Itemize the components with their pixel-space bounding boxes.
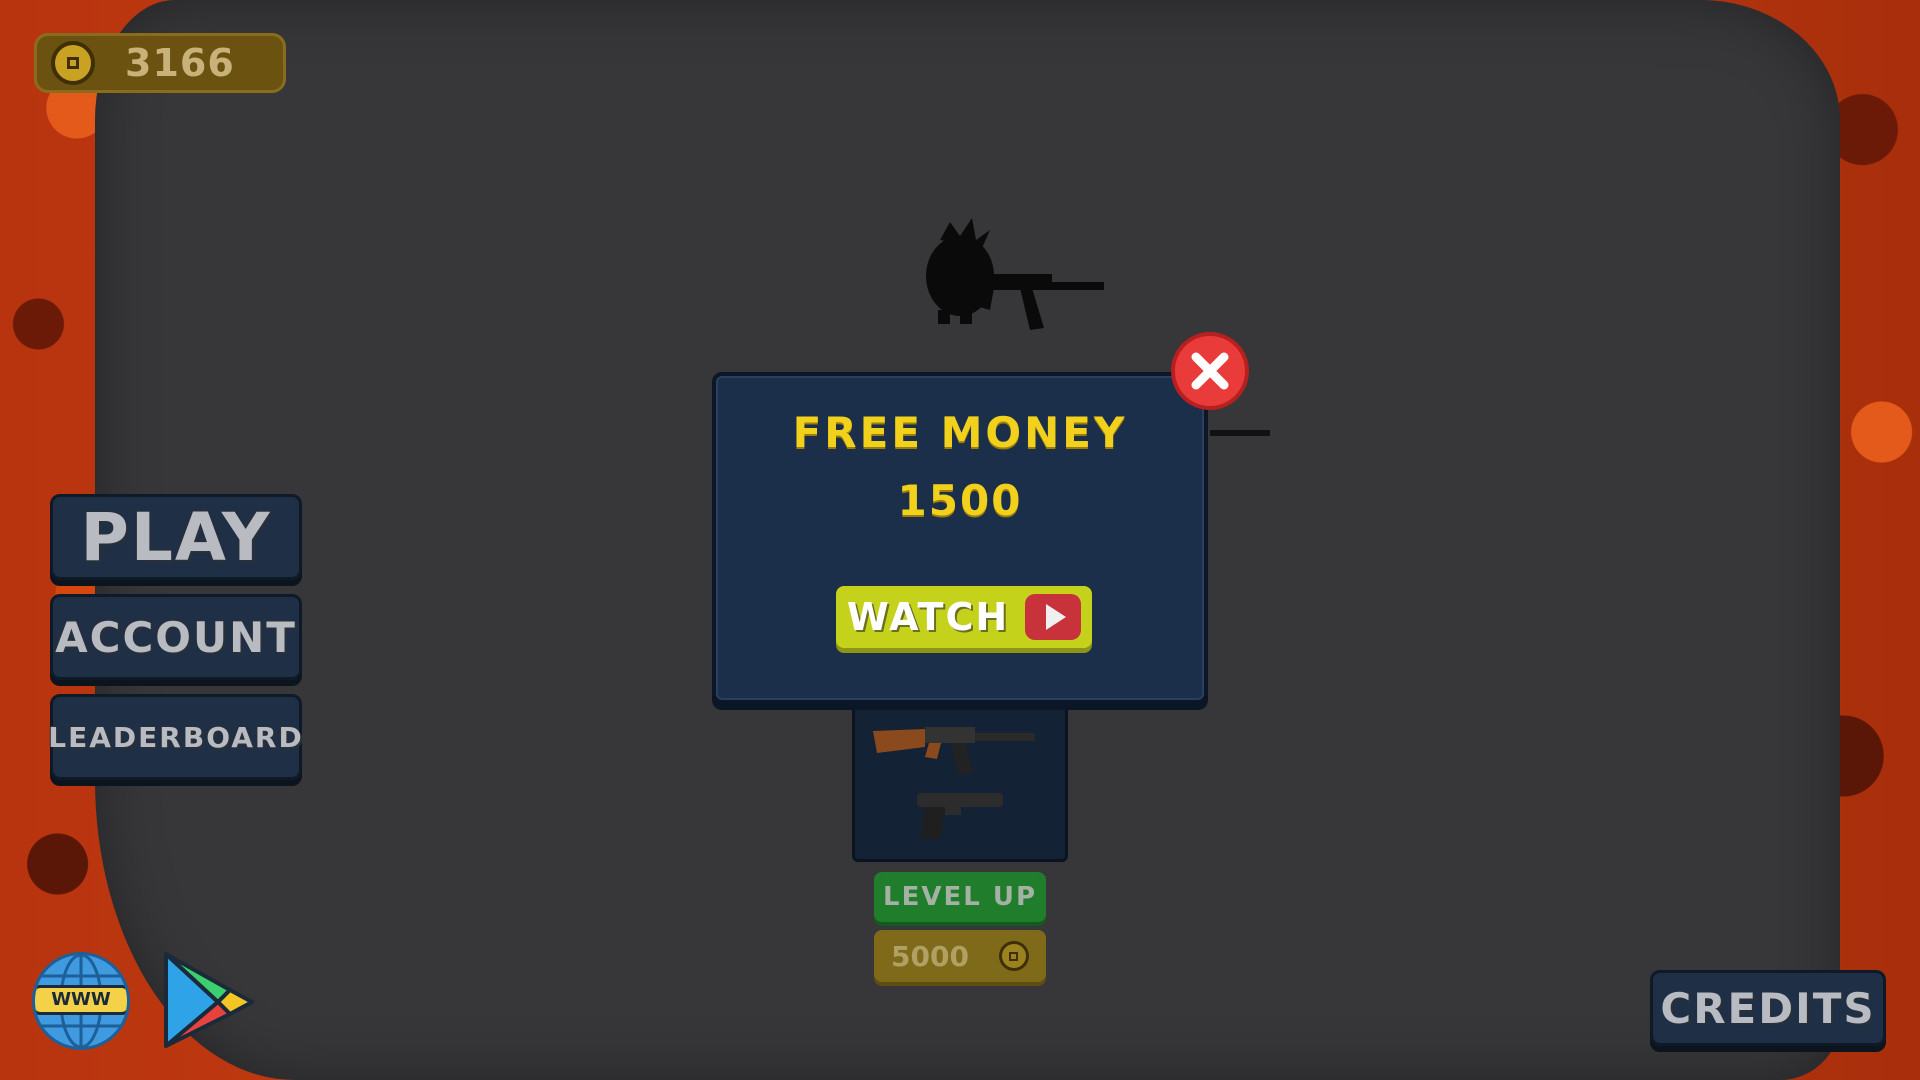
upgrade-cost-button[interactable]: 5000 (874, 930, 1046, 982)
dialog-title: FREE MONEY (792, 408, 1128, 457)
account-button[interactable]: ACCOUNT (50, 594, 302, 680)
rifle-icon (873, 727, 1035, 775)
google-play-icon[interactable] (160, 950, 256, 1050)
gun-barrel-silhouette (1210, 430, 1270, 436)
close-icon (1191, 352, 1229, 390)
coin-counter: 3166 (34, 33, 286, 93)
character-silhouette (926, 218, 1104, 330)
free-money-dialog: FREE MONEY 1500 WATCH (712, 372, 1208, 704)
play-button[interactable]: PLAY (50, 494, 302, 580)
coin-icon (51, 41, 95, 85)
reward-amount: 1500 (897, 476, 1023, 525)
credits-button[interactable]: CREDITS (1650, 970, 1886, 1046)
pistol-icon (917, 793, 1003, 839)
close-dialog-button[interactable] (1171, 332, 1249, 410)
coin-amount: 3166 (125, 41, 235, 85)
upgrade-cost-value: 5000 (891, 939, 969, 973)
leaderboard-button[interactable]: LEADERBOARD (48, 694, 302, 780)
coin-icon (998, 941, 1029, 971)
level-up-button[interactable]: LEVEL UP (874, 872, 1046, 922)
globe-icon[interactable]: WWW (32, 952, 130, 1050)
play-video-icon (1025, 594, 1082, 640)
watch-label: WATCH (846, 595, 1010, 639)
watch-ad-button[interactable]: WATCH (836, 586, 1092, 648)
website-label: WWW (35, 985, 127, 1015)
weapon-icons (873, 727, 1035, 839)
weapons-panel (852, 690, 1068, 862)
